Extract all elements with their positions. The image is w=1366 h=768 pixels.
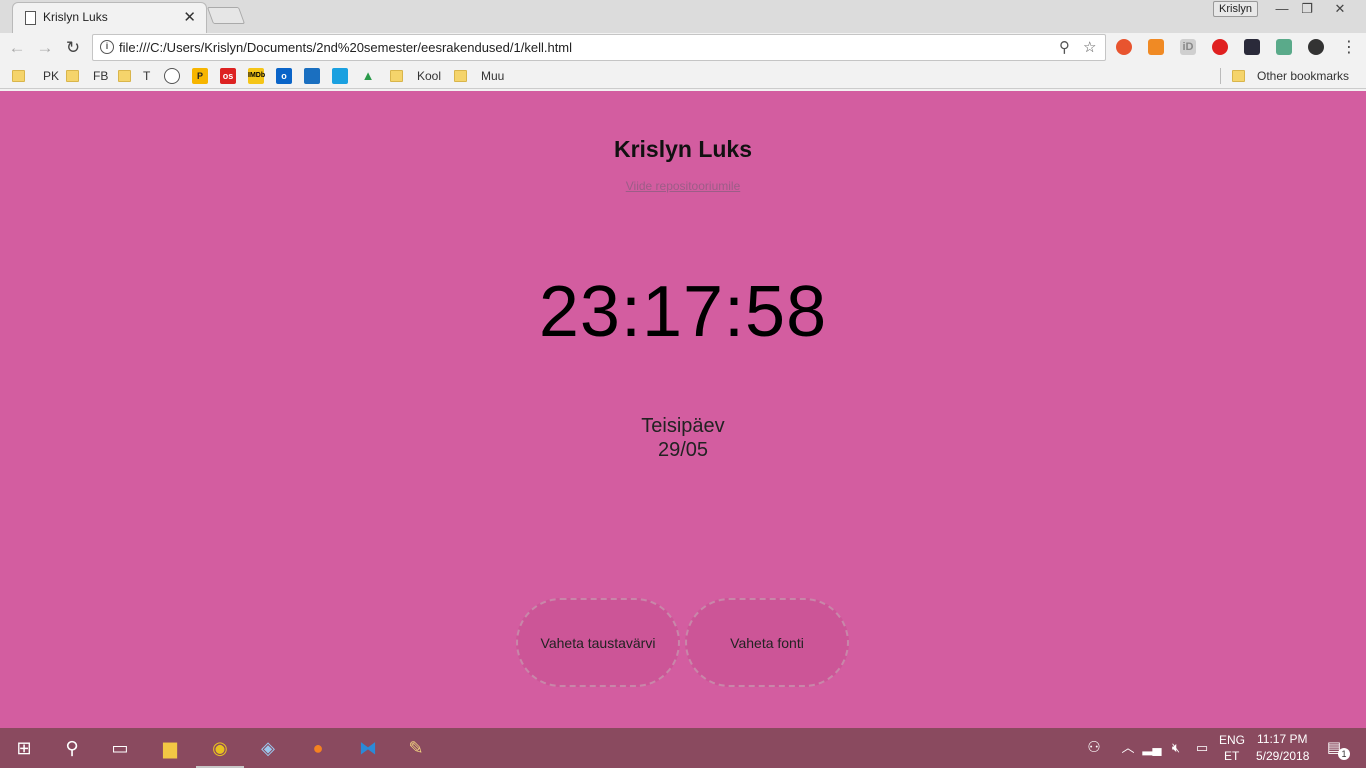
bookmark-p-icon[interactable]: P xyxy=(192,68,208,84)
bookmarks-bar: PK FB T P os IMDb o ▲ Kool Muu Other boo… xyxy=(0,63,1366,89)
address-bar[interactable]: i file:///C:/Users/Krislyn/Documents/2nd… xyxy=(92,34,1106,61)
task-view-icon[interactable]: ▭ xyxy=(108,736,132,760)
reload-icon[interactable]: ↻ xyxy=(62,37,84,59)
restore-icon[interactable]: ❐ xyxy=(1293,0,1321,18)
extension-opera-icon[interactable] xyxy=(1212,39,1228,55)
date-label: 29/05 xyxy=(657,439,709,461)
star-icon[interactable]: ☆ xyxy=(1083,38,1096,56)
bookmark-folder-muu[interactable]: Muu xyxy=(454,68,504,84)
page-icon xyxy=(25,11,36,25)
bookmark-folder-pk[interactable]: PK xyxy=(12,68,59,84)
extension-cat-icon[interactable] xyxy=(1244,39,1260,55)
change-font-button[interactable]: Vaheta fonti xyxy=(685,598,849,687)
file-explorer-icon[interactable]: ▆ xyxy=(158,736,182,760)
bookmark-drive-icon[interactable]: ▲ xyxy=(360,68,376,84)
close-tab-icon[interactable]: ✕ xyxy=(183,8,196,26)
extension-id-icon[interactable]: iD xyxy=(1180,39,1196,55)
windows-start-icon[interactable]: ⊞ xyxy=(12,736,36,760)
bookmark-edit-icon[interactable] xyxy=(332,68,348,84)
folder-icon xyxy=(66,70,79,82)
zoom-icon[interactable]: ⚲ xyxy=(1059,38,1070,56)
folder-icon xyxy=(1232,70,1245,82)
bookmark-search-icon[interactable] xyxy=(164,68,180,84)
network-icon[interactable]: ▂▄ xyxy=(1140,736,1164,760)
change-background-button[interactable]: Vaheta taustavärvi xyxy=(516,598,680,687)
language-indicator[interactable]: ENG xyxy=(1219,733,1245,747)
clock-date[interactable]: 5/29/2018 xyxy=(1256,749,1309,763)
chrome-icon[interactable]: ◉ xyxy=(208,736,232,760)
volume-muted-icon[interactable]: 🔇︎ xyxy=(1164,736,1188,760)
forward-icon[interactable]: → xyxy=(34,37,56,59)
taskbar: ⊞ ⚲ ▭ ▆ ◉ ◈ ● ⧓ ✎ ⚇ ︿ ▂▄ 🔇︎ ▭ ENG ET 11:… xyxy=(0,728,1366,768)
paint-icon[interactable]: ✎ xyxy=(404,736,428,760)
back-icon[interactable]: ← xyxy=(6,37,28,59)
page-title: Krislyn Luks xyxy=(613,136,753,162)
search-icon[interactable]: ⚲ xyxy=(60,736,84,760)
firefox-icon[interactable]: ● xyxy=(306,736,330,760)
bookmark-os-icon[interactable]: os xyxy=(220,68,236,84)
profile-button[interactable]: Krislyn xyxy=(1213,1,1259,17)
clock-display: 23:17:58 xyxy=(538,272,828,352)
bookmark-folder-fb[interactable]: FB xyxy=(66,68,108,84)
url-text: file:///C:/Users/Krislyn/Documents/2nd%2… xyxy=(119,40,573,55)
bookmark-imdb-icon[interactable]: IMDb xyxy=(248,68,265,84)
extension-book-icon[interactable] xyxy=(1276,39,1292,55)
bookmarks-separator xyxy=(1220,68,1221,84)
toolbar: ← → ↻ i file:///C:/Users/Krislyn/Documen… xyxy=(0,33,1366,63)
virtualbox-icon[interactable]: ◈ xyxy=(256,736,280,760)
weekday-label: Teisipäev xyxy=(641,415,725,437)
info-icon[interactable]: i xyxy=(100,40,114,54)
notification-count: 1 xyxy=(1338,748,1350,760)
extension-bird-icon[interactable] xyxy=(1148,39,1164,55)
folder-icon xyxy=(12,70,25,82)
keyboard-layout[interactable]: ET xyxy=(1224,749,1239,763)
close-window-icon[interactable]: ✕ xyxy=(1326,0,1354,18)
page-content: Krislyn Luks Viide repositooriumile 23:1… xyxy=(0,91,1366,728)
vscode-icon[interactable]: ⧓ xyxy=(356,736,380,760)
battery-icon[interactable]: ▭ xyxy=(1190,736,1214,760)
chevron-up-icon[interactable]: ︿ xyxy=(1116,736,1140,760)
bookmark-folder-kool[interactable]: Kool xyxy=(390,68,441,84)
bookmark-doc-icon[interactable] xyxy=(304,68,320,84)
clock-time[interactable]: 11:17 PM xyxy=(1257,732,1307,746)
repository-link: Viide repositooriumile xyxy=(0,179,1366,193)
browser-chrome: Krislyn Luks ✕ Krislyn — ❐ ✕ ← → ↻ i fil… xyxy=(0,0,1366,91)
extension-sync-icon[interactable] xyxy=(1308,39,1324,55)
new-tab-button[interactable] xyxy=(206,7,246,24)
repository-link-text[interactable]: Viide repositooriumile xyxy=(626,179,741,193)
folder-icon xyxy=(454,70,467,82)
extension-fire-icon[interactable] xyxy=(1116,39,1132,55)
folder-icon xyxy=(118,70,131,82)
minimize-icon[interactable]: — xyxy=(1268,0,1296,18)
bookmark-outlook-icon[interactable]: o xyxy=(276,68,292,84)
bookmark-folder-t[interactable]: T xyxy=(118,68,150,84)
menu-icon[interactable]: ⋮ xyxy=(1338,37,1360,59)
people-icon[interactable]: ⚇ xyxy=(1082,736,1106,760)
tab-strip: Krislyn Luks ✕ Krislyn — ❐ ✕ xyxy=(0,0,1366,33)
tab-title: Krislyn Luks xyxy=(43,10,108,24)
browser-tab[interactable]: Krislyn Luks ✕ xyxy=(12,2,207,33)
other-bookmarks[interactable]: Other bookmarks xyxy=(1232,68,1349,84)
folder-icon xyxy=(390,70,403,82)
